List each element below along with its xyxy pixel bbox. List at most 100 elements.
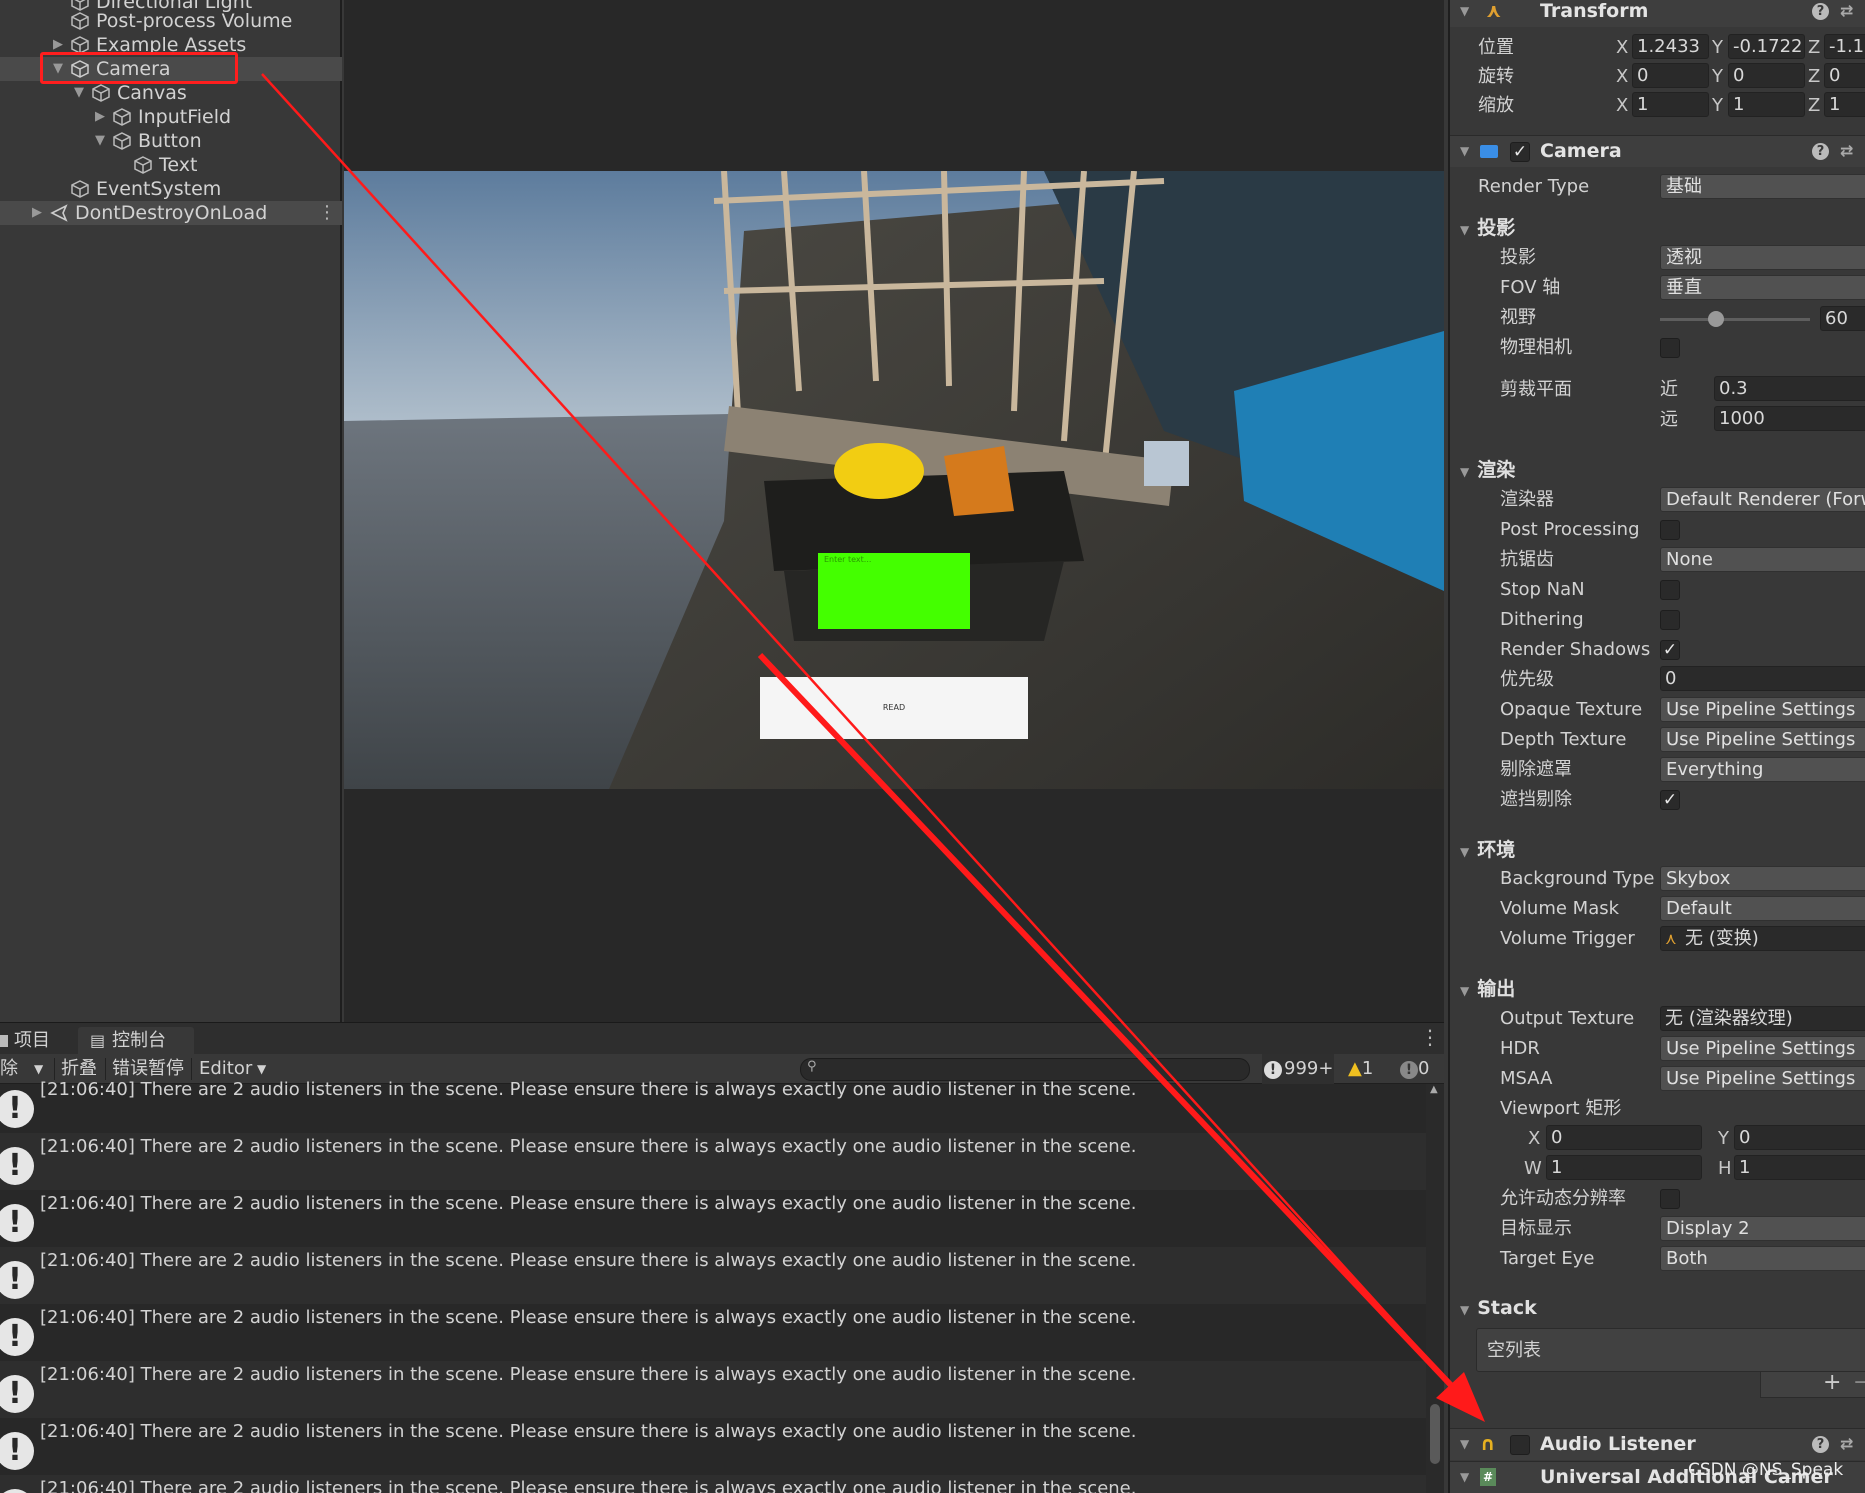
expand-arrow-icon[interactable]: ▶	[32, 201, 42, 225]
more-menu-icon[interactable]: ⋮	[1420, 1025, 1440, 1049]
green-input-field[interactable]: Enter text...	[818, 553, 970, 629]
foldout-arrow-icon[interactable]: ▼	[1460, 465, 1469, 479]
render-shadows-checkbox[interactable]: ✓	[1660, 640, 1680, 660]
rendering-section[interactable]: ▼ 渲染	[1460, 458, 1515, 484]
scale-x-field[interactable]: 1	[1632, 92, 1709, 117]
settings-icon[interactable]: ⇄	[1840, 0, 1853, 26]
near-clip-field[interactable]: 0.3	[1714, 376, 1865, 401]
console-log-row[interactable]: ! [21:06:40] There are 2 audio listeners …	[0, 1304, 1426, 1361]
fov-slider-handle[interactable]	[1708, 311, 1724, 327]
hierarchy-item-button[interactable]: ▼ Button	[0, 129, 342, 153]
viewport-w-field[interactable]: 1	[1546, 1155, 1702, 1180]
culling-mask-dropdown[interactable]: Everything	[1660, 757, 1865, 782]
anti-aliasing-dropdown[interactable]: None	[1660, 547, 1865, 572]
add-icon[interactable]: +	[1823, 1370, 1841, 1395]
console-log-row[interactable]: ! [21:06:40] There are 2 audio listeners …	[0, 1361, 1426, 1418]
position-z-field[interactable]: -1.12	[1824, 34, 1865, 59]
rotation-x-field[interactable]: 0	[1632, 63, 1709, 88]
far-clip-field[interactable]: 1000	[1714, 406, 1865, 431]
viewport-y-field[interactable]: 0	[1734, 1125, 1865, 1150]
dithering-checkbox[interactable]	[1660, 610, 1680, 630]
scrollbar-thumb[interactable]	[1430, 1404, 1440, 1464]
game-view-render[interactable]: Enter text... READ	[344, 171, 1444, 789]
more-menu-icon[interactable]: ⋮	[318, 201, 336, 225]
hierarchy-item-post-process-volume[interactable]: Post-process Volume	[0, 9, 342, 33]
volume-mask-dropdown[interactable]: Default	[1660, 896, 1865, 921]
foldout-arrow-icon[interactable]: ▼	[1460, 1303, 1469, 1317]
position-y-field[interactable]: -0.1722	[1728, 34, 1805, 59]
z-label: Z	[1808, 66, 1821, 87]
foldout-arrow-icon[interactable]: ▼	[1460, 0, 1469, 26]
remove-icon[interactable]: −	[1853, 1370, 1865, 1395]
fov-slider-track[interactable]	[1660, 318, 1810, 321]
expand-arrow-icon[interactable]: ▼	[95, 129, 105, 153]
stack-section[interactable]: ▼ Stack	[1460, 1296, 1537, 1322]
rotation-z-field[interactable]: 0	[1824, 63, 1865, 88]
tab-console[interactable]: ▤ 控制台	[78, 1027, 194, 1055]
help-icon[interactable]: ?	[1812, 3, 1829, 20]
read-button[interactable]: READ	[760, 677, 1028, 739]
settings-icon[interactable]: ⇄	[1840, 1429, 1853, 1459]
transform-header[interactable]: ▼ ⋏ Transform ? ⇄	[1450, 0, 1865, 27]
fov-axis-dropdown[interactable]: 垂直	[1660, 275, 1865, 300]
console-log-row[interactable]: ! [21:06:40] There are 2 audio listeners …	[0, 1475, 1426, 1493]
foldout-arrow-icon[interactable]: ▼	[1460, 845, 1469, 859]
fov-field[interactable]: 60	[1820, 306, 1865, 331]
hierarchy-item-inputfield[interactable]: ▶ InputField	[0, 105, 342, 129]
target-eye-dropdown[interactable]: Both	[1660, 1246, 1865, 1271]
expand-arrow-icon[interactable]: ▼	[74, 81, 84, 105]
depth-texture-dropdown[interactable]: Use Pipeline Settings	[1660, 727, 1865, 752]
foldout-arrow-icon[interactable]: ▼	[1460, 136, 1469, 166]
position-x-field[interactable]: 1.2433	[1632, 34, 1709, 59]
hierarchy-item-dontdestroyonload[interactable]: ▶ DontDestroyOnLoad ⋮	[0, 201, 342, 225]
hierarchy-item-text[interactable]: Text	[0, 153, 342, 177]
volume-trigger-field[interactable]: ⋏ 无 (变换)	[1660, 926, 1865, 951]
audio-listener-header[interactable]: ▼ ∩ Audio Listener ? ⇄	[1450, 1428, 1865, 1460]
occlusion-culling-checkbox[interactable]: ✓	[1660, 790, 1680, 810]
hdr-dropdown[interactable]: Use Pipeline Settings	[1660, 1036, 1865, 1061]
foldout-arrow-icon[interactable]: ▼	[1460, 1462, 1469, 1492]
rotation-y-field[interactable]: 0	[1728, 63, 1805, 88]
foldout-arrow-icon[interactable]: ▼	[1460, 984, 1469, 998]
viewport-h-field[interactable]: 1	[1734, 1155, 1865, 1180]
projection-section[interactable]: ▼ 投影	[1460, 216, 1515, 242]
console-log-row[interactable]: ! [21:06:40] There are 2 audio listeners …	[0, 1247, 1426, 1304]
scroll-up-icon[interactable]: ▲	[1430, 1084, 1438, 1095]
dynamic-resolution-checkbox[interactable]	[1660, 1189, 1680, 1209]
environment-section[interactable]: ▼ 环境	[1460, 838, 1515, 864]
scale-z-field[interactable]: 1	[1824, 92, 1865, 117]
hierarchy-item-canvas[interactable]: ▼ Canvas	[0, 81, 342, 105]
render-type-dropdown[interactable]: 基础	[1660, 174, 1865, 199]
console-scrollbar[interactable]: ▲	[1426, 1084, 1444, 1493]
help-icon[interactable]: ?	[1812, 143, 1829, 160]
output-section[interactable]: ▼ 输出	[1460, 977, 1515, 1003]
settings-icon[interactable]: ⇄	[1840, 136, 1853, 166]
projection-dropdown[interactable]: 透视	[1660, 245, 1865, 270]
x-label: X	[1616, 37, 1629, 58]
console-log-row[interactable]: ! [21:06:40] There are 2 audio listeners …	[0, 1133, 1426, 1190]
hierarchy-item-eventsystem[interactable]: EventSystem	[0, 177, 342, 201]
physical-camera-checkbox[interactable]	[1660, 338, 1680, 358]
console-log-row[interactable]: ! [21:06:40] There are 2 audio listeners …	[0, 1076, 1426, 1133]
renderer-dropdown[interactable]: Default Renderer (Forw	[1660, 487, 1865, 512]
foldout-arrow-icon[interactable]: ▼	[1460, 1429, 1469, 1459]
opaque-texture-dropdown[interactable]: Use Pipeline Settings	[1660, 697, 1865, 722]
console-log-row[interactable]: ! [21:06:40] There are 2 audio listeners …	[0, 1418, 1426, 1475]
post-processing-checkbox[interactable]	[1660, 520, 1680, 540]
stop-nan-checkbox[interactable]	[1660, 580, 1680, 600]
camera-header[interactable]: ▼ ✓ Camera ? ⇄	[1450, 135, 1865, 167]
target-display-dropdown[interactable]: Display 2	[1660, 1216, 1865, 1241]
foldout-arrow-icon[interactable]: ▼	[1460, 223, 1469, 237]
msaa-dropdown[interactable]: Use Pipeline Settings	[1660, 1066, 1865, 1091]
viewport-x-field[interactable]: 0	[1546, 1125, 1702, 1150]
priority-field[interactable]: 0	[1660, 666, 1865, 691]
tab-project[interactable]: 项目	[0, 1027, 70, 1055]
scale-y-field[interactable]: 1	[1728, 92, 1805, 117]
console-log-row[interactable]: ! [21:06:40] There are 2 audio listeners …	[0, 1190, 1426, 1247]
background-type-dropdown[interactable]: Skybox	[1660, 866, 1865, 891]
help-icon[interactable]: ?	[1812, 1436, 1829, 1453]
audio-listener-enabled-checkbox[interactable]	[1510, 1435, 1530, 1455]
expand-arrow-icon[interactable]: ▶	[95, 105, 105, 129]
output-texture-field[interactable]: 无 (渲染器纹理)	[1660, 1006, 1865, 1031]
camera-enabled-checkbox[interactable]: ✓	[1510, 142, 1530, 162]
